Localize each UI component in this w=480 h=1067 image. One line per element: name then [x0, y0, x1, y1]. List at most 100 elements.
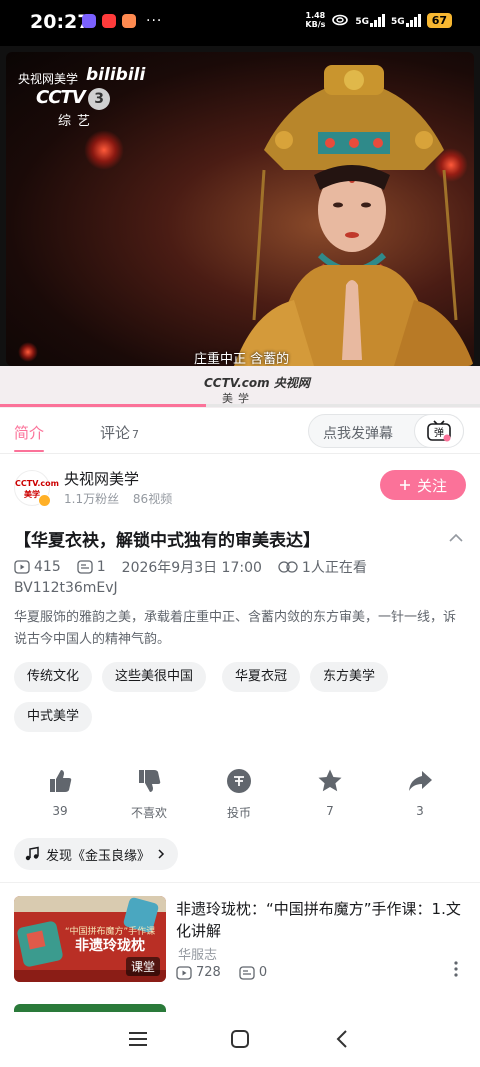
back-chevron-icon — [336, 1030, 347, 1048]
app-icon-2 — [102, 14, 116, 28]
bvid[interactable]: BV112t36mEvJ — [14, 580, 118, 596]
rec-thumbnail[interactable]: “中国拼布魔方”手作课 非遗玲珑枕 课堂 — [14, 896, 166, 982]
plus-icon — [399, 480, 410, 490]
verified-badge-icon — [38, 494, 51, 507]
danmu-tv-icon: 弹 — [427, 420, 451, 442]
active-tab-indicator — [14, 450, 44, 452]
like-count: 39 — [52, 804, 68, 818]
next-rec-thumbnail[interactable] — [14, 1004, 166, 1012]
hotspot-icon — [332, 14, 349, 26]
rec-play-count: 728 — [196, 965, 221, 980]
rec-thumb-title: 非遗玲珑枕 — [75, 937, 145, 954]
watching-count: 1人正在看 — [301, 560, 367, 576]
cctv-com-logo: CCTV.com 央视网 — [204, 376, 310, 390]
danmu-icon-label: 弹 — [434, 426, 444, 439]
avatar-text: CCTV.com — [15, 479, 59, 488]
chevron-up-icon[interactable] — [448, 530, 464, 546]
danmu-placeholder: 点我发弹幕 — [323, 426, 393, 442]
dislike-label: 不喜欢 — [130, 806, 167, 820]
tab-intro[interactable]: 简介 — [14, 422, 44, 443]
video-subtitle: 庄重中正 含蓄的 — [194, 352, 290, 366]
signal-1-label: 5G — [355, 17, 370, 27]
danmaku-count-icon — [77, 560, 93, 574]
follow-label: 关注 — [416, 476, 447, 495]
publish-date: 2026年9月3日 17:00 — [121, 560, 262, 576]
more-options-icon[interactable] — [452, 960, 460, 978]
coin-icon — [227, 769, 251, 793]
thumbs-up-icon — [50, 770, 72, 792]
cctv-logo-text: CCTV — [36, 87, 86, 108]
performer-figure — [234, 65, 474, 366]
danmaku-count: 1 — [96, 559, 106, 575]
channel-subname: 综艺 — [58, 114, 97, 129]
more-notifications-icon: ··· — [146, 13, 163, 29]
stage-light — [84, 130, 124, 170]
share-icon — [409, 771, 432, 791]
play-count: 415 — [34, 559, 61, 575]
avatar[interactable]: CCTV.com 美学 — [14, 470, 59, 507]
like-button[interactable]: 39 — [30, 768, 90, 818]
home-square-icon — [231, 1030, 249, 1048]
fans-count: 1.1万粉丝 — [64, 492, 120, 506]
chevron-right-icon — [158, 849, 165, 859]
video-progress-bar[interactable] — [0, 404, 480, 407]
back-button[interactable] — [327, 1026, 357, 1052]
bilibili-watermark: bilibili — [86, 65, 146, 85]
follow-button[interactable]: 关注 — [380, 470, 466, 500]
uploader-name[interactable]: 央视网美学 — [64, 468, 139, 489]
play-count-icon — [14, 560, 30, 574]
status-bar: 20:27 ··· 1.48 KB/s 5G 5G 67 — [0, 0, 480, 46]
danmu-input[interactable]: 点我发弹幕 弹 — [308, 414, 464, 448]
status-right: 1.48 KB/s 5G 5G 67 — [305, 11, 452, 29]
tag-item[interactable]: 传统文化 — [14, 662, 93, 692]
music-note-icon — [25, 846, 39, 861]
video-frame[interactable]: 央视网美学 bilibili CCTV 3 综艺 庄重中正 含蓄的 — [6, 52, 474, 366]
favorite-button[interactable]: 7 — [300, 768, 360, 818]
share-button[interactable]: 3 — [390, 768, 450, 818]
app-icon-1 — [82, 14, 96, 28]
home-button[interactable] — [225, 1026, 255, 1052]
menu-button[interactable] — [123, 1026, 153, 1052]
video-player[interactable]: 央视网美学 bilibili CCTV 3 综艺 庄重中正 含蓄的 CCTV.co… — [0, 46, 480, 408]
tag-item[interactable]: 东方美学 — [310, 662, 389, 692]
rec-author[interactable]: 华服志 — [178, 944, 217, 963]
signal-2: 5G — [391, 13, 421, 27]
rec-thumb-sub: “中国拼布魔方”手作课 — [65, 925, 155, 937]
recommendation-item[interactable]: “中国拼布魔方”手作课 非遗玲珑枕 课堂 非遗玲珑枕：“中国拼布魔方”手作课：1… — [0, 884, 480, 984]
net-speed: 1.48 KB/s — [305, 11, 325, 29]
action-bar: 39 不喜欢 投币 7 3 — [0, 768, 480, 828]
favorite-count: 7 — [326, 804, 334, 818]
net-speed-unit: KB/s — [305, 20, 326, 29]
video-description: 华夏服饰的雅韵之美，承载着庄重中正、含蓄内敛的东方审美，一针一线，诉说古今中国人… — [14, 610, 457, 647]
cctv3-logo: CCTV 3 — [36, 87, 110, 110]
star-icon — [318, 769, 342, 792]
tab-comments[interactable]: 评论 7 — [100, 422, 139, 443]
signal-2-label: 5G — [391, 17, 405, 27]
video-meta: 415 1 2026年9月3日 17:00 1人正在看 — [14, 557, 367, 577]
progress-fill — [0, 404, 207, 407]
section-divider — [0, 882, 480, 883]
signal-1: 5G — [355, 13, 386, 27]
tag-item[interactable]: 这些美很中国 — [102, 662, 207, 692]
video-count: 86视频 — [132, 492, 173, 506]
signal-bars-icon — [370, 13, 386, 27]
thumbs-down-icon — [139, 770, 161, 792]
tab-intro-label: 简介 — [14, 424, 45, 442]
rec-stats: 728 0 — [176, 965, 267, 980]
channel-number: 3 — [87, 88, 110, 110]
uploader-row: CCTV.com 美学 央视网美学 1.1万粉丝 86视频 关注 — [0, 462, 480, 512]
music-discover-chip[interactable]: 发现《金玉良缘》 — [14, 838, 179, 870]
dislike-button[interactable]: 不喜欢 — [119, 768, 179, 821]
danmaku-count-icon — [239, 965, 255, 980]
video-title: 【华夏衣袂，解锁中式独有的审美表达】 — [14, 531, 320, 551]
music-label: 发现《金玉良缘》 — [46, 848, 151, 864]
tag-item[interactable]: 华夏衣冠 — [222, 662, 301, 692]
rec-danmaku-count: 0 — [258, 965, 268, 980]
comments-count: 7 — [132, 428, 140, 441]
content-tabs: 简介 评论 7 点我发弹幕 弹 — [0, 408, 480, 454]
tag-item[interactable]: 中式美学 — [14, 702, 93, 732]
rec-title[interactable]: 非遗玲珑枕：“中国拼布魔方”手作课：1.文化讲解 — [176, 898, 466, 942]
danmu-toggle-button[interactable]: 弹 — [414, 414, 464, 448]
rec-badge: 课堂 — [125, 957, 160, 976]
coin-button[interactable]: 投币 — [209, 768, 269, 821]
